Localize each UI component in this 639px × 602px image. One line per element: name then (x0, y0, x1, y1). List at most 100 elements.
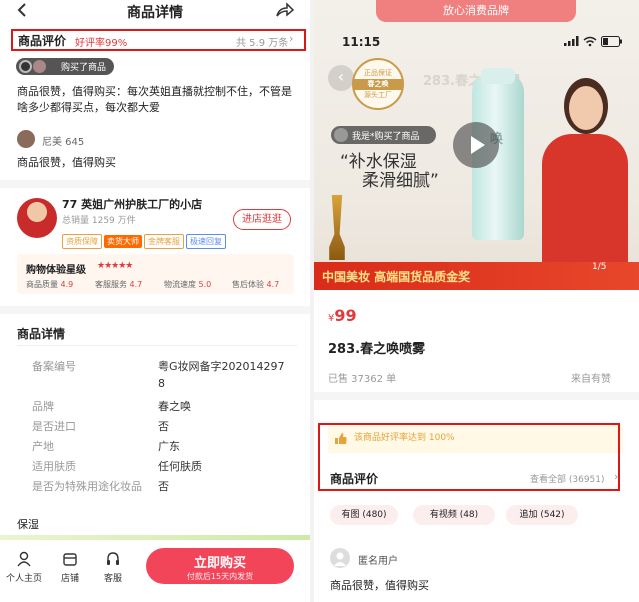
rating-score: 4.7 (129, 280, 143, 289)
image-pager: 1/5 (592, 262, 607, 272)
person-icon (17, 551, 31, 567)
detail-value: 否 (158, 420, 169, 433)
right-screen: 放心消费品牌 11:15 ‹ 283.春之唤喷雾 正品保证 春之唤 源头工厂 唤… (314, 0, 639, 602)
rating-label: 客服服务 (95, 280, 127, 289)
rating-label: 商品质量 (26, 280, 58, 289)
star-rating: ★★★★★ (97, 261, 133, 271)
shop-tag: 金牌客服 (144, 234, 184, 249)
tab-label: 客服 (103, 574, 122, 584)
buyer-badge-text: 我是*购买了商品 (352, 132, 420, 142)
shop-tag: 极速回复 (186, 234, 226, 249)
review-count[interactable]: 共 5.9 万条 (236, 34, 288, 49)
avatar (33, 60, 46, 73)
reviewer-name: 尼美 645 (42, 137, 85, 148)
detail-key: 是否为特殊用途化妆品 (32, 480, 142, 493)
badge-text: 春之唤 (354, 79, 402, 90)
rating-title: 购物体验星级 (26, 265, 86, 276)
shop-tag: 资质保障 (62, 234, 102, 249)
wifi-icon (583, 36, 597, 47)
details-divider (17, 345, 297, 346)
rating-item: 商品质量 4.9 (26, 279, 73, 290)
detail-key: 是否进口 (32, 420, 76, 433)
buyer-badge-text: 购买了商品 (61, 63, 107, 73)
avatar (17, 130, 35, 148)
details-more: 保湿 (17, 518, 39, 531)
rating-item: 售后体验 4.7 (232, 279, 279, 290)
battery-icon (601, 36, 622, 47)
review-text: 商品很赞，值得购买：每次英姐直播就控制不住，不管是啥多少都得买点，每次都大爱 (17, 85, 292, 114)
badge-text: 正品保证 (364, 69, 392, 77)
model-photo (534, 68, 634, 268)
review-user: 匿名用户 (358, 556, 398, 567)
detail-value: 广东 (158, 440, 180, 453)
avatar (19, 60, 32, 73)
shop-avatar[interactable] (17, 198, 57, 238)
shop-sales: 总销量 1259 万件 (62, 216, 136, 226)
rating-item: 物流速度 5.0 (164, 279, 211, 290)
signal-icon (564, 36, 579, 46)
slogan-line-2: 柔滑细腻” (362, 171, 439, 191)
review-rate: 好评率99% (75, 38, 128, 49)
detail-value: 粤G妆网备字202014297 (158, 360, 285, 373)
home-tab[interactable]: 个人主页 (2, 551, 46, 584)
review-text: 商品很赞，值得购买 (330, 579, 429, 592)
left-screen: 商品详情 商品评价 好评率99% 共 5.9 万条 › 购买了商品 商品很赞，值… (0, 0, 310, 602)
detail-value: 否 (158, 480, 169, 493)
status-time: 11:15 (342, 35, 381, 49)
source-label: 来自有赞 (571, 374, 611, 385)
status-icons (564, 36, 624, 48)
service-tab[interactable]: 客服 (95, 551, 131, 584)
detail-key: 产地 (32, 440, 54, 453)
shop-name[interactable]: 77 英姐广州护肤工厂的小店 (62, 196, 202, 212)
filter-chip-with-video[interactable]: 有视频 (48) (413, 505, 495, 525)
detail-key: 品牌 (32, 400, 54, 413)
shop-tags: 资质保障 卖货大师 金牌客服 极速回复 (62, 229, 228, 249)
detail-value: 春之唤 (158, 400, 191, 413)
rating-label: 售后体验 (232, 280, 264, 289)
award-text: 中国美妆 高端国货品质金奖 (322, 270, 471, 284)
play-icon (471, 136, 485, 154)
review-summary-highlight (318, 423, 620, 491)
buy-now-label: 立即购买 (193, 556, 246, 571)
visit-shop-button[interactable]: 进店逛逛 (233, 209, 291, 230)
share-icon[interactable] (275, 2, 295, 18)
details-title: 商品详情 (17, 327, 66, 341)
price-value: 99 (334, 306, 357, 325)
detail-key: 适用肤质 (32, 460, 76, 473)
play-video-button[interactable] (453, 122, 499, 168)
rating-item: 客服服务 4.7 (95, 279, 142, 290)
shop-tag: 卖货大师 (104, 235, 142, 248)
buy-now-sublabel: 付款后15天内发货 (186, 572, 254, 581)
sold-count: 已售 37362 单 (328, 374, 397, 385)
divider (0, 180, 310, 188)
quality-badge: 正品保证 春之唤 源头工厂 (352, 58, 404, 110)
back-icon[interactable]: ‹ (328, 65, 354, 91)
user-avatar-icon (330, 548, 350, 568)
avatar (334, 128, 348, 142)
page-title: 商品详情 (127, 5, 183, 21)
filter-chip-followup[interactable]: 追加 (542) (506, 505, 578, 525)
rating-label: 物流速度 (164, 280, 196, 289)
detail-value: 8 (158, 377, 165, 390)
product-name: 283.春之唤喷雾 (328, 342, 426, 357)
detail-value: 任何肤质 (158, 460, 202, 473)
buy-now-button[interactable]: 立即购买 付款后15天内发货 (146, 548, 294, 584)
shop-tab[interactable]: 店铺 (52, 551, 88, 584)
headset-icon (107, 552, 119, 565)
badge-text: 源头工厂 (364, 91, 392, 99)
divider (314, 392, 639, 400)
divider (0, 306, 310, 314)
price: ¥99 (328, 306, 357, 325)
store-icon (63, 553, 77, 566)
rating-score: 4.7 (266, 280, 280, 289)
bottle-cap (481, 68, 515, 84)
rating-score: 4.9 (60, 280, 74, 289)
detail-key: 备案编号 (32, 360, 76, 373)
top-banner: 放心消费品牌 (376, 0, 576, 22)
tab-label: 个人主页 (5, 574, 42, 584)
review-title: 商品评价 (18, 34, 67, 48)
filter-chip-with-image[interactable]: 有图 (480) (330, 505, 398, 525)
rating-score: 5.0 (198, 280, 212, 289)
tab-label: 店铺 (60, 574, 79, 584)
chevron-right-icon: › (289, 32, 294, 45)
